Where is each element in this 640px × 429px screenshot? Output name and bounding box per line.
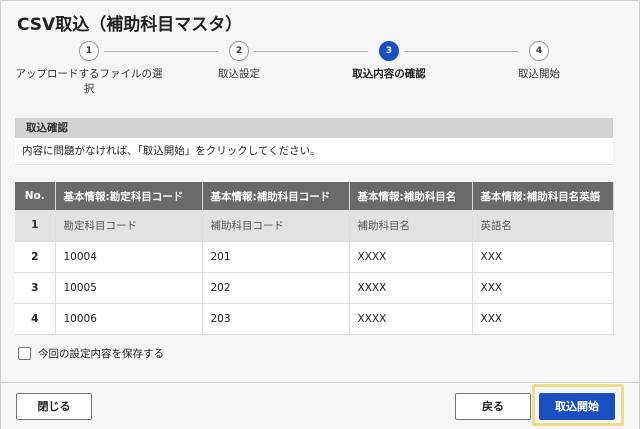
- close-button[interactable]: 閉じる: [16, 393, 92, 420]
- step-1: 1 アップロードするファイルの選択: [9, 41, 169, 97]
- table-cell: 補助科目名: [349, 210, 473, 242]
- column-header-sub-account-name: 基本情報:補助科目名: [349, 182, 473, 210]
- table-row: 1 勘定科目コード 補助科目コード 補助科目名 英語名: [15, 210, 614, 242]
- table-cell: 英語名: [472, 210, 614, 242]
- table-row: 4 10006 203 XXXX XXX: [15, 303, 614, 335]
- step-label: 取込開始: [518, 68, 560, 80]
- table-cell: XXX: [472, 272, 614, 304]
- preview-table: No. 基本情報:勘定科目コード 基本情報:補助科目コード 基本情報:補助科目名…: [15, 182, 614, 335]
- back-button[interactable]: 戻る: [455, 393, 531, 420]
- table-cell: 4: [15, 303, 56, 335]
- column-header-sub-account-name-en: 基本情報:補助科目名英語: [472, 182, 614, 210]
- step-number: 1: [79, 41, 99, 61]
- step-number: 4: [529, 41, 549, 61]
- table-row: 2 10004 201 XXXX XXX: [15, 241, 614, 273]
- confirm-heading: 取込確認: [15, 118, 613, 138]
- step-4: 4 取込開始: [459, 41, 619, 82]
- step-label-current: 取込内容の確認: [352, 68, 426, 80]
- table-row: 3 10005 202 XXXX XXX: [15, 272, 614, 304]
- dialog-title: CSV取込（補助科目マスタ）: [17, 15, 243, 35]
- confirm-message: 内容に問題がなければ、「取込開始」をクリックしてください。: [15, 138, 613, 165]
- table-cell: 1: [15, 210, 56, 242]
- table-cell: 補助科目コード: [202, 210, 350, 242]
- table-cell: 3: [15, 272, 56, 304]
- step-label: アップロードするファイルの選択: [15, 68, 163, 95]
- table-header-row: No. 基本情報:勘定科目コード 基本情報:補助科目コード 基本情報:補助科目名…: [15, 182, 614, 210]
- table-cell: 勘定科目コード: [55, 210, 203, 242]
- step-2: 2 取込設定: [159, 41, 319, 82]
- save-settings-label: 今回の設定内容を保存する: [38, 348, 164, 360]
- table-cell: XXXX: [349, 241, 473, 273]
- table-cell: 10004: [55, 241, 203, 273]
- step-label: 取込設定: [218, 68, 260, 80]
- column-header-sub-account-code: 基本情報:補助科目コード: [202, 182, 350, 210]
- import-stepper: 1 アップロードするファイルの選択 2 取込設定 3 取込内容の確認 4 取込開…: [1, 41, 640, 101]
- table-cell: XXXX: [349, 303, 473, 335]
- column-header-account-code: 基本情報:勘定科目コード: [55, 182, 203, 210]
- step-3: 3 取込内容の確認: [309, 41, 469, 82]
- table-cell: XXX: [472, 241, 614, 273]
- table-cell: 2: [15, 241, 56, 273]
- table-cell: XXX: [472, 303, 614, 335]
- step-number-current: 3: [379, 41, 399, 61]
- table-cell: XXXX: [349, 272, 473, 304]
- table-cell: 10005: [55, 272, 203, 304]
- step-number: 2: [229, 41, 249, 61]
- table-cell: 10006: [55, 303, 203, 335]
- csv-import-dialog: CSV取込（補助科目マスタ） 1 アップロードするファイルの選択 2 取込設定 …: [0, 0, 640, 429]
- table-cell: 202: [202, 272, 350, 304]
- save-settings-option[interactable]: 今回の設定内容を保存する: [18, 346, 164, 361]
- column-header-no: No.: [15, 182, 56, 210]
- save-settings-checkbox[interactable]: [18, 347, 31, 360]
- start-import-button[interactable]: 取込開始: [539, 393, 615, 420]
- table-cell: 203: [202, 303, 350, 335]
- dialog-footer: 閉じる 戻る 取込開始: [1, 382, 639, 429]
- table-cell: 201: [202, 241, 350, 273]
